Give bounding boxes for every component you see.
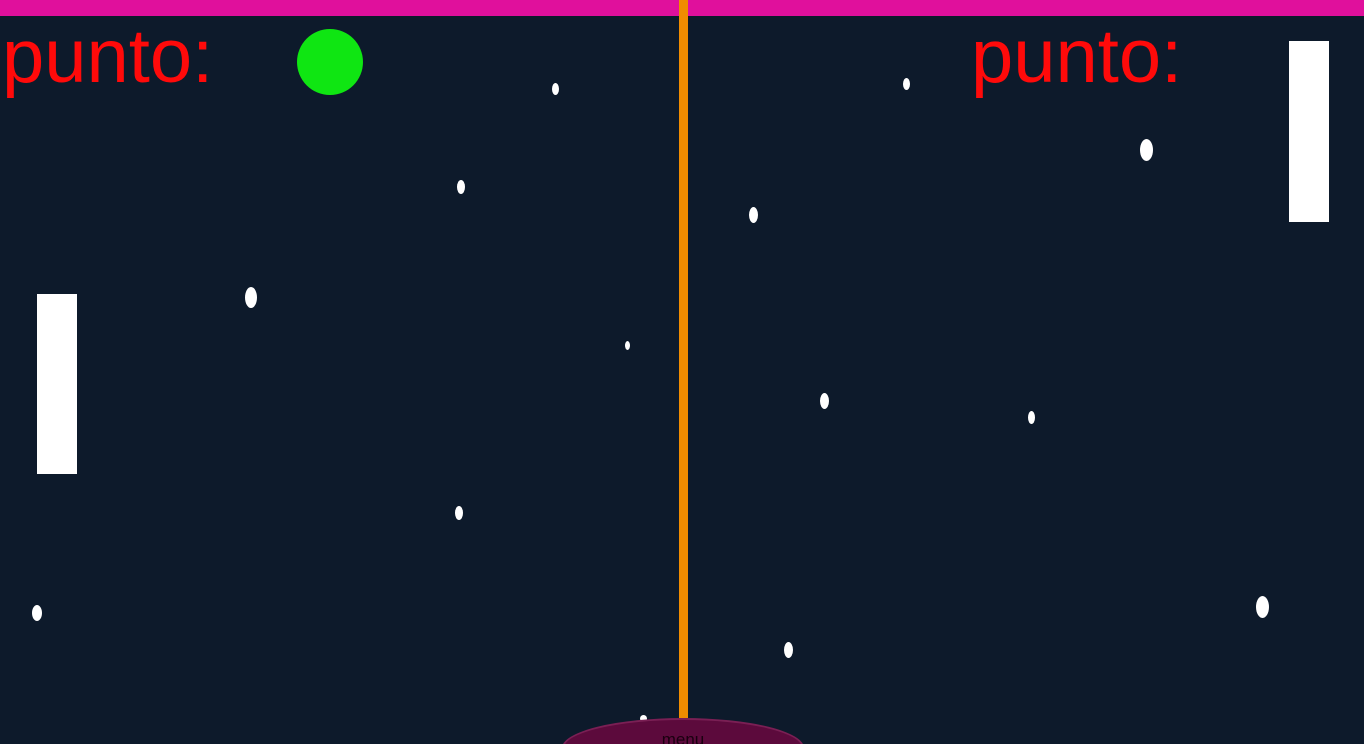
star [749,207,758,223]
star [820,393,829,409]
star [32,605,42,621]
paddle-right[interactable] [1289,41,1329,222]
star [625,341,630,350]
star [552,83,559,95]
game-canvas[interactable]: punto: punto: menu [0,0,1364,744]
star [455,506,463,520]
star [245,287,257,308]
star [457,180,465,194]
score-label-right: punto: [971,14,1183,99]
star [784,642,793,658]
ball [297,29,363,95]
star [903,78,910,90]
menu-button[interactable]: menu [562,718,804,744]
star [1140,139,1153,161]
star [1028,411,1035,424]
star [1256,596,1269,618]
score-label-left: punto: [2,14,214,99]
paddle-left[interactable] [37,294,77,474]
center-net-line [679,0,688,718]
